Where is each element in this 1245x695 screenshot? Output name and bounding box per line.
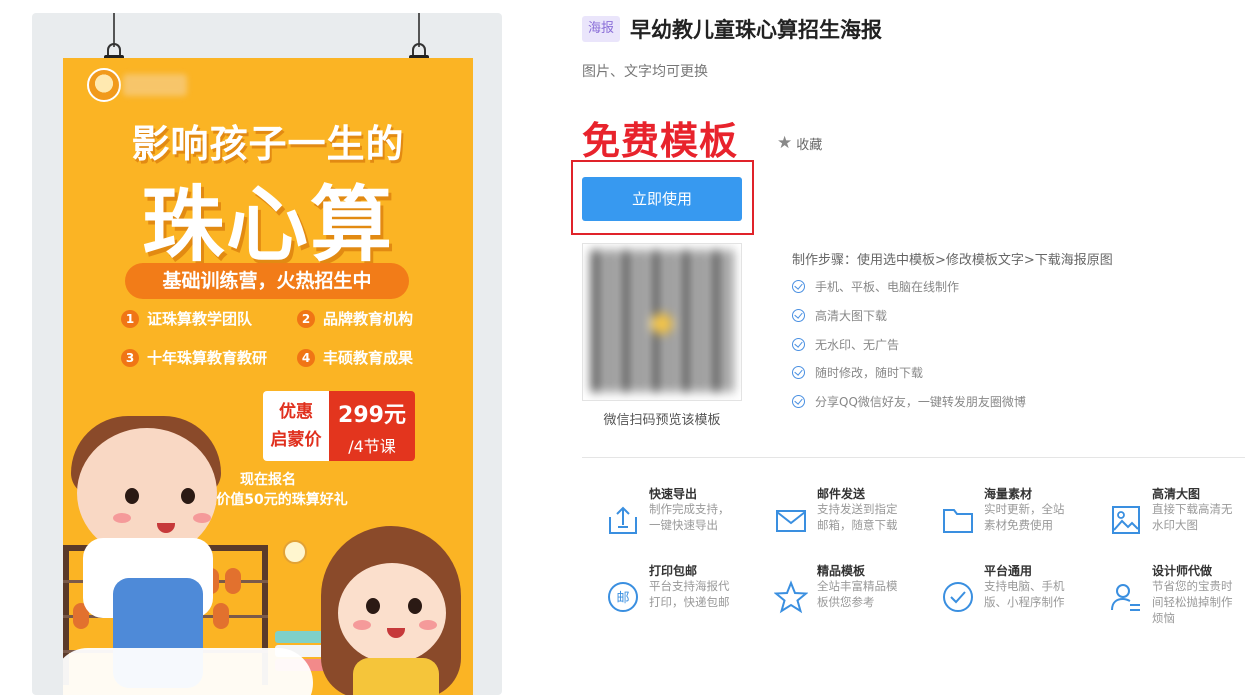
checklist-item: 无水印、无广告 [792, 336, 899, 353]
poster-feature-4: 4 丰硕教育成果 [297, 347, 413, 368]
checklist-item: 高清大图下载 [792, 307, 887, 324]
template-subtitle: 图片、文字均可更换 [582, 64, 708, 80]
favorite-button[interactable]: ★ 收藏 [777, 133, 822, 153]
poster-enroll-pill: 基础训练营，火热招生中 [125, 263, 409, 299]
poster-preview-panel: 影响孩子一生的 珠心算 基础训练营，火热招生中 1 证珠算教学团队 2 品牌教育机构… [32, 13, 502, 695]
service-materials: 海量素材 实时更新，全站素材免费使用 [917, 485, 1077, 555]
category-badge: 海报 [582, 16, 620, 42]
checklist-item: 分享QQ微信好友，一键转发朋友圈微博 [792, 393, 1026, 410]
star-icon: ★ [777, 133, 793, 153]
check-icon [792, 280, 805, 293]
service-email-send: 邮件发送 支持发送到指定邮箱，随意下载 [750, 485, 910, 555]
designer-icon [1111, 584, 1140, 611]
use-now-button[interactable]: 立即使用 [582, 177, 742, 221]
poster-headline-main: 珠心算 [141, 178, 394, 273]
qr-code-image [582, 243, 742, 401]
post-icon: 邮 [608, 582, 638, 612]
check-icon [792, 366, 805, 379]
lightbulb-icon [283, 540, 307, 564]
qr-caption: 微信扫码预览该模板 [603, 413, 721, 428]
poster-feature-2: 2 品牌教育机构 [297, 308, 413, 329]
brand-logo [87, 68, 121, 102]
poster-price-box: 优惠 启蒙价 299元 /4节课 [263, 391, 415, 461]
service-platforms: 平台通用 支持电脑、手机版、小程序制作 [917, 562, 1077, 632]
poster-feature-3: 3 十年珠算教育教研 [121, 347, 267, 368]
service-hd-image: 高清大图 直接下载高清无水印大图 [1085, 485, 1245, 555]
svg-text:邮: 邮 [616, 591, 629, 606]
steps-heading: 制作步骤：使用选中模板>修改模板文字>下载海报原图 [792, 253, 1113, 268]
poster-feature-1: 1 证珠算教学团队 [121, 308, 252, 329]
template-title: 早幼教儿童珠心算招生海报 [630, 18, 882, 42]
service-quick-export: 快速导出 制作完成支持，一键快速导出 [582, 485, 742, 555]
blurred-brand-name [123, 74, 187, 96]
free-template-label: 免费模板 [582, 119, 739, 163]
section-divider [582, 457, 1245, 458]
favorite-label: 收藏 [796, 137, 823, 153]
template-detail-page: 影响孩子一生的 珠心算 基础训练营，火热招生中 1 证珠算教学团队 2 品牌教育机构… [0, 0, 1245, 695]
poster-image[interactable]: 影响孩子一生的 珠心算 基础训练营，火热招生中 1 证珠算教学团队 2 品牌教育机构… [63, 58, 473, 695]
checklist-item: 手机、平板、电脑在线制作 [792, 278, 959, 295]
service-print-post: 邮 打印包邮 平台支持海报代打印，快递包邮 [582, 562, 742, 632]
checklist-item: 随时修改，随时下载 [792, 364, 923, 381]
service-premium-templates: 精品模板 全站丰富精品模板供您参考 [750, 562, 910, 632]
folder-icon [943, 509, 973, 533]
service-designer: 设计师代做 节省您的宝贵时间轻松抛掉制作烦恼 [1085, 562, 1245, 632]
check-circle-icon [943, 582, 973, 612]
star-icon [774, 580, 808, 614]
upload-icon [609, 506, 637, 534]
check-icon [792, 309, 805, 322]
price-tag-label: 优惠 启蒙价 [263, 391, 329, 461]
image-icon [1112, 506, 1140, 534]
cloud-decoration [63, 648, 313, 695]
check-icon [792, 338, 805, 351]
price-value: 299元 /4节课 [329, 391, 415, 461]
mail-icon [776, 510, 806, 532]
check-icon [792, 395, 805, 408]
